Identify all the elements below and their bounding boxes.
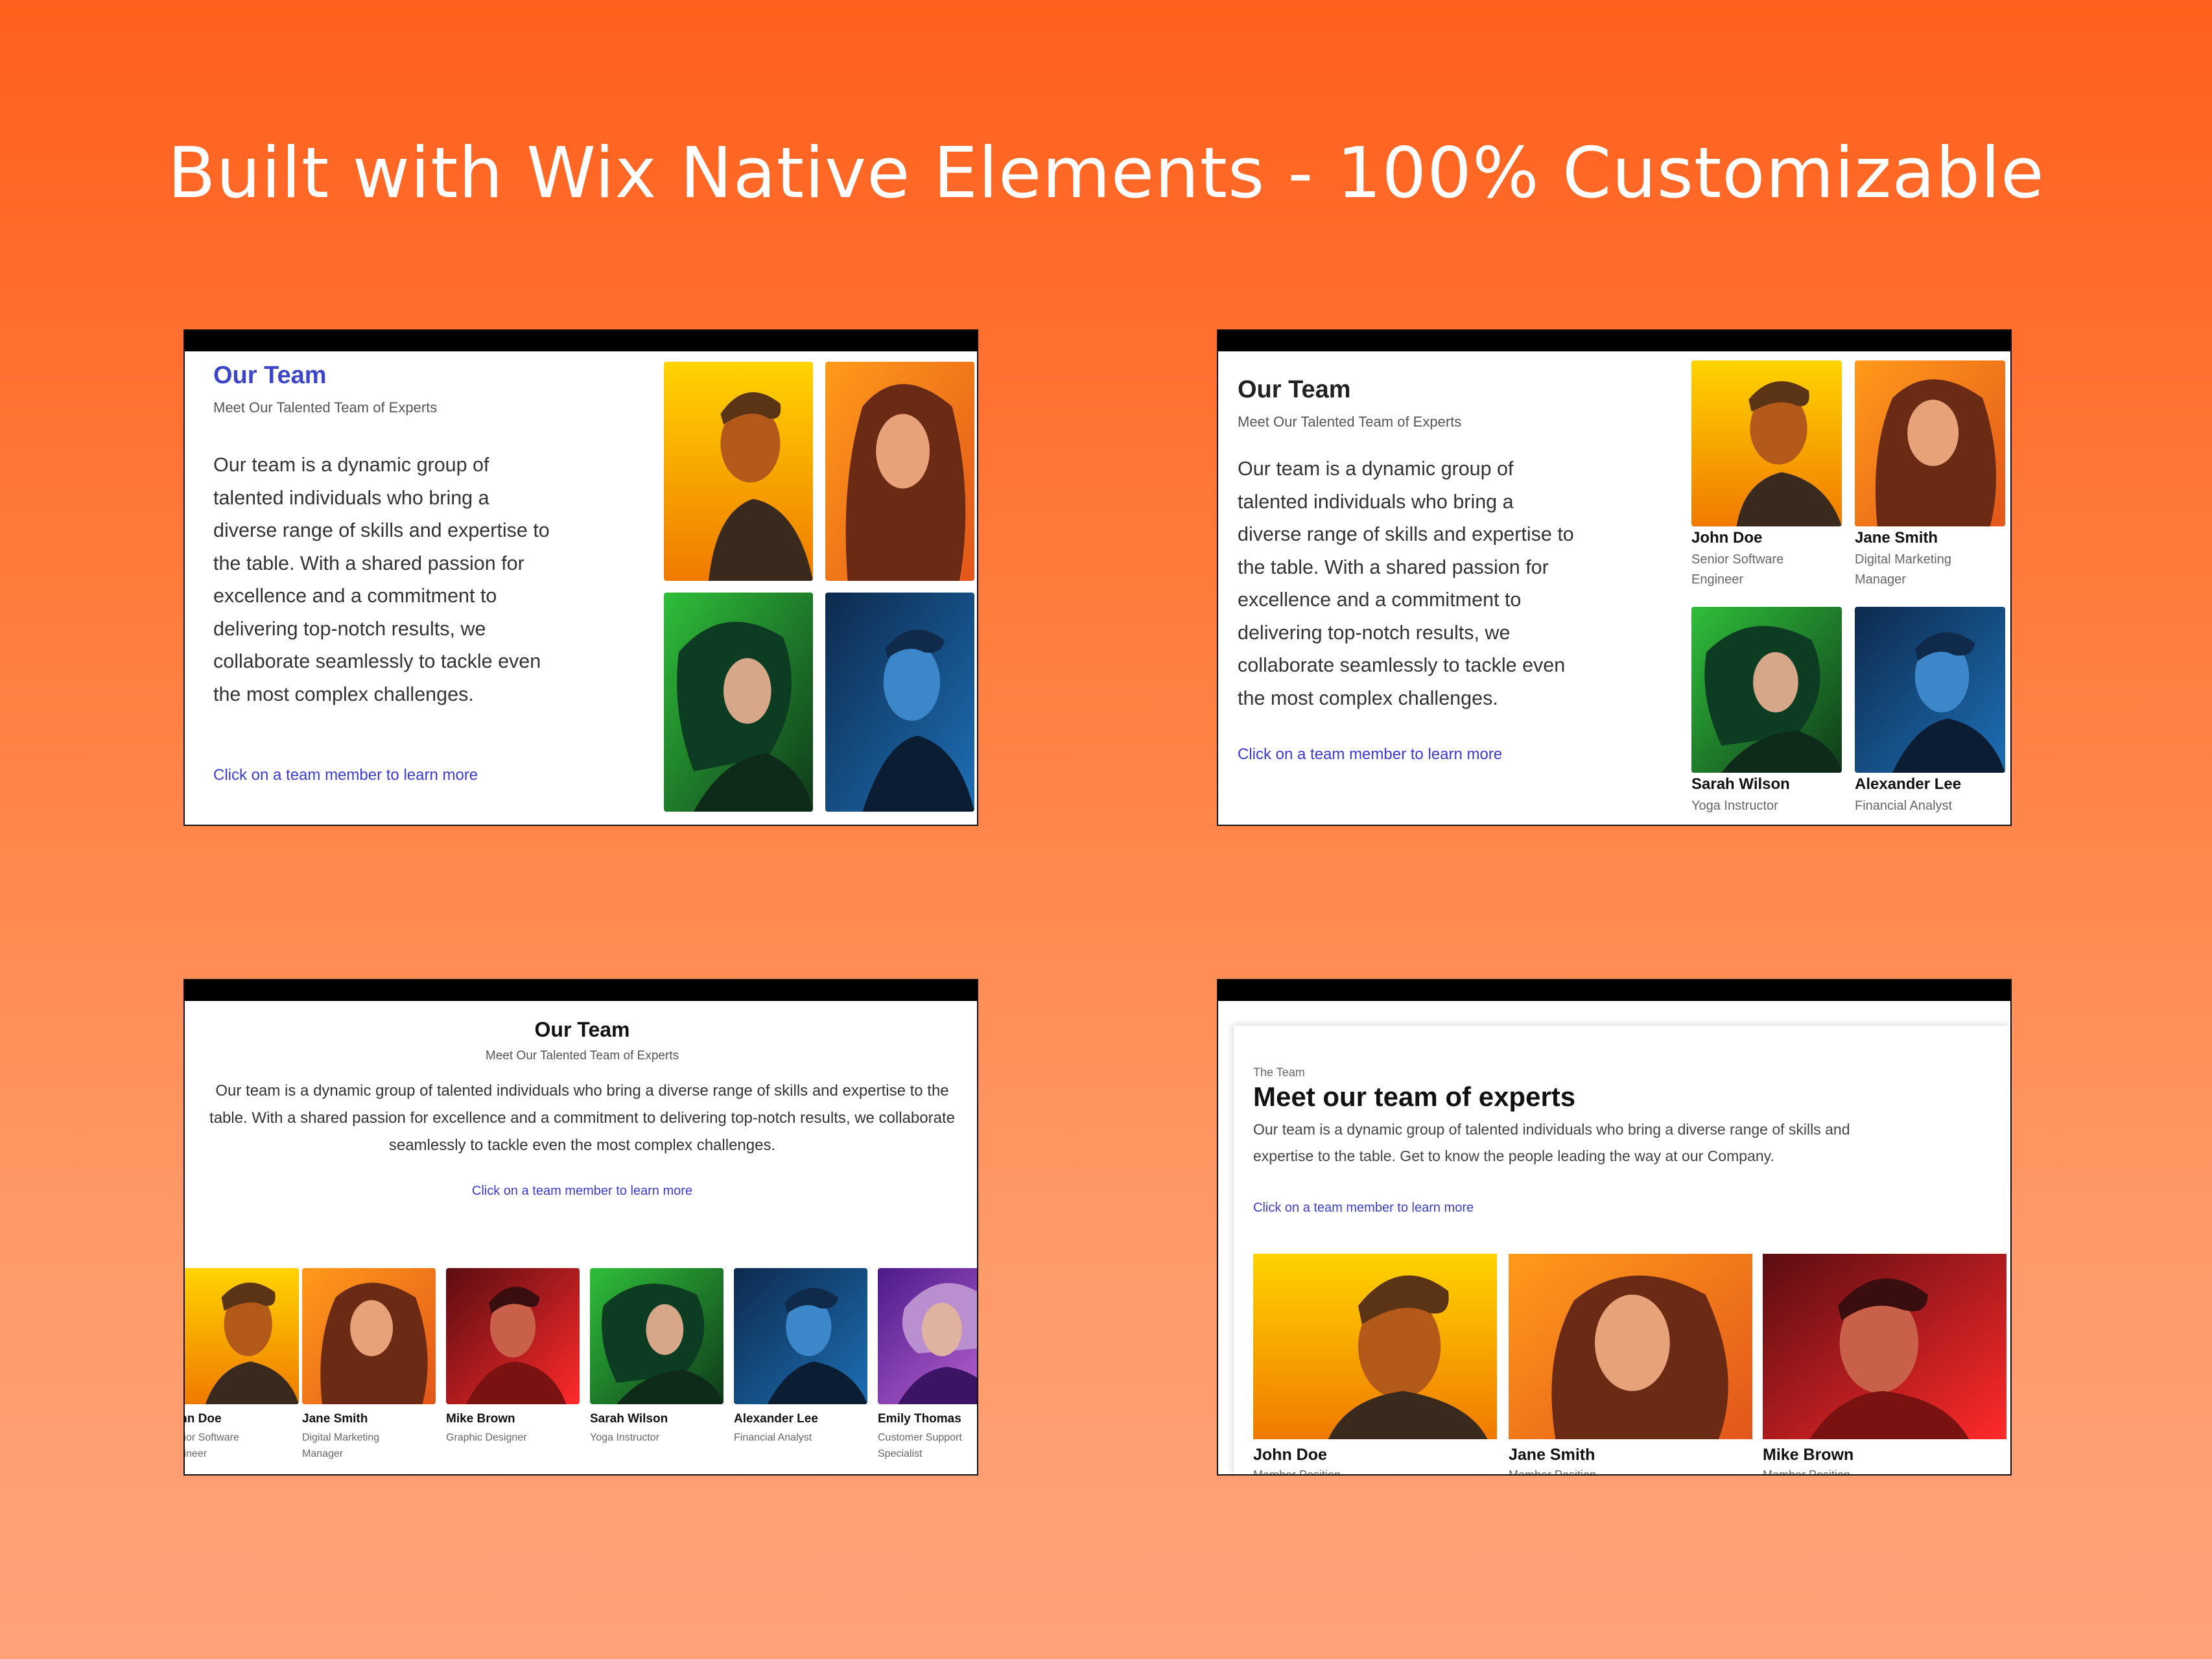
learn-more-link[interactable]: Click on a team member to learn more bbox=[185, 1184, 977, 1199]
section-title: Our Team bbox=[534, 1018, 630, 1041]
member-role: Financial Analyst bbox=[734, 1432, 812, 1443]
member-role: Digital Marketing Manager bbox=[1855, 552, 1951, 587]
member-photo-jane-smith[interactable] bbox=[1509, 1254, 1752, 1439]
member-role: Yoga Instructor bbox=[590, 1432, 660, 1443]
learn-more-link[interactable]: Click on a team member to learn more bbox=[213, 766, 478, 784]
member-role: Financial Analyst bbox=[1855, 799, 1953, 813]
member-photo-sarah-wilson[interactable] bbox=[590, 1268, 724, 1404]
member-role: Customer Support Specialist bbox=[878, 1432, 962, 1459]
section-title: Our Team bbox=[1238, 376, 1351, 403]
member-name: John Doe bbox=[1253, 1446, 1327, 1464]
template-card-2: Our Team Meet Our Talented Team of Exper… bbox=[1217, 329, 2012, 826]
template-card-1: Our Team Meet Our Talented Team of Exper… bbox=[183, 329, 978, 826]
member-name: Jane Smith bbox=[1509, 1446, 1595, 1464]
member-role: Senior SoftwareEngineer bbox=[183, 1432, 239, 1459]
member-name: Mike Brown bbox=[1763, 1446, 1854, 1464]
member-name: Sarah Wilson bbox=[590, 1412, 668, 1426]
section-paragraph: Our team is a dynamic group of talented i… bbox=[213, 454, 550, 705]
member-role: Graphic Designer bbox=[446, 1432, 527, 1443]
member-role: Digital Marketing Manager bbox=[302, 1432, 380, 1459]
member-photo-sarah-wilson[interactable] bbox=[1691, 607, 1842, 773]
learn-more-link[interactable]: Click on a team member to learn more bbox=[1238, 746, 1502, 764]
section-subtitle: Meet Our Talented Team of Experts bbox=[485, 1049, 679, 1063]
card-content-panel: The Team Meet our team of experts Our te… bbox=[1234, 1026, 2010, 1474]
section-title: Meet our team of experts bbox=[1253, 1081, 1576, 1112]
card-top-bar bbox=[1218, 980, 2010, 1001]
template-card-4: The Team Meet our team of experts Our te… bbox=[1217, 979, 2012, 1476]
member-photo-jane-smith[interactable] bbox=[825, 362, 974, 581]
headline: Built with Wix Native Elements - 100% Cu… bbox=[167, 133, 2045, 214]
member-name: Jane Smith bbox=[302, 1412, 368, 1426]
member-name: Mike Brown bbox=[446, 1412, 515, 1426]
member-photo-jane-smith[interactable] bbox=[302, 1268, 436, 1404]
member-photo-john-doe[interactable] bbox=[664, 362, 813, 581]
section-subtitle: Meet Our Talented Team of Experts bbox=[1238, 414, 1462, 430]
member-photo-alexander-lee[interactable] bbox=[734, 1268, 867, 1404]
member-name: Emily Thomas bbox=[878, 1412, 961, 1426]
member-name: John Doe bbox=[1691, 529, 1763, 547]
member-role: Member Position bbox=[1509, 1468, 1597, 1476]
member-role: Member Position bbox=[1253, 1468, 1341, 1476]
member-name: John Doe bbox=[185, 1412, 222, 1426]
member-role: Senior SoftwareEngineer bbox=[1691, 552, 1784, 587]
card-top-bar bbox=[185, 980, 977, 1001]
section-subtitle: Meet Our Talented Team of Experts bbox=[213, 399, 438, 416]
member-photo-alexander-lee[interactable] bbox=[825, 593, 974, 812]
template-card-3: Our Team Meet Our Talented Team of Exper… bbox=[183, 979, 978, 1476]
member-role: Yoga Instructor bbox=[1691, 799, 1778, 813]
section-eyebrow: The Team bbox=[1253, 1066, 1305, 1079]
member-name: Alexander Lee bbox=[1855, 775, 1962, 793]
member-name: Alexander Lee bbox=[734, 1412, 818, 1426]
member-name: Jane Smith bbox=[1855, 529, 1938, 547]
member-photo-john-doe[interactable] bbox=[185, 1268, 299, 1404]
member-photo-mike-brown[interactable] bbox=[446, 1268, 580, 1404]
section-paragraph: Our team is a dynamic group of talented i… bbox=[1238, 458, 1574, 709]
member-photo-jane-smith[interactable] bbox=[1855, 360, 2005, 526]
section-title: Our Team bbox=[213, 362, 327, 389]
section-paragraph: Our team is a dynamic group of talented … bbox=[209, 1082, 955, 1154]
learn-more-link[interactable]: Click on a team member to learn more bbox=[1253, 1201, 1474, 1216]
member-photo-john-doe[interactable] bbox=[1691, 360, 1842, 526]
card-top-bar bbox=[1218, 331, 2010, 351]
member-name: Sarah Wilson bbox=[1691, 775, 1790, 793]
member-photo-alexander-lee[interactable] bbox=[1855, 607, 2005, 773]
member-photo-john-doe[interactable] bbox=[1253, 1254, 1497, 1439]
member-role: Member Position bbox=[1763, 1468, 1851, 1476]
member-photo-emily-thomas[interactable] bbox=[878, 1268, 977, 1404]
member-photo-mike-brown[interactable] bbox=[1763, 1254, 2006, 1439]
member-photo-sarah-wilson[interactable] bbox=[664, 593, 813, 812]
section-paragraph: Our team is a dynamic group of talented … bbox=[1253, 1121, 1850, 1164]
card-top-bar bbox=[185, 331, 977, 351]
